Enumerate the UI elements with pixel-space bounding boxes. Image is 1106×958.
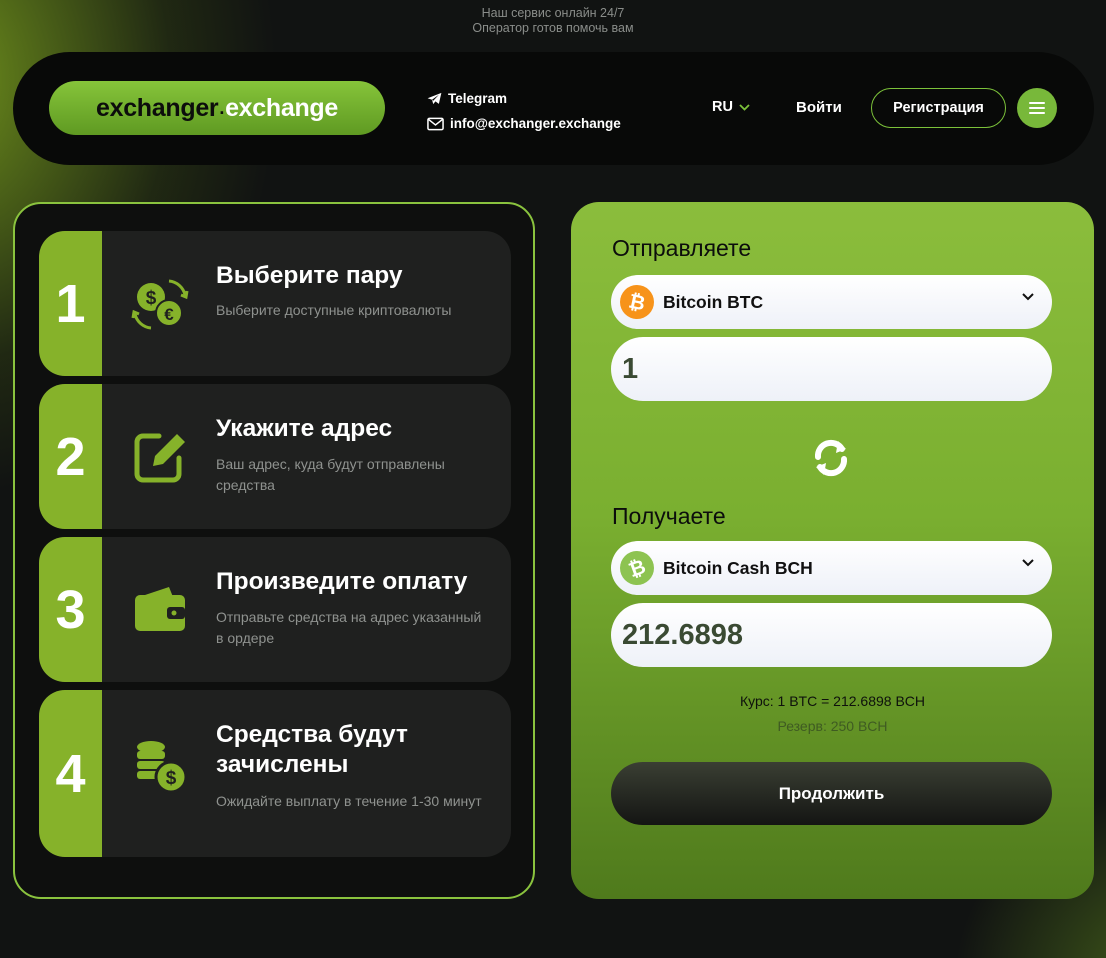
logo-part2: exchange xyxy=(225,93,338,122)
reserve-amount: Резерв: 250 BCH xyxy=(777,718,888,734)
menu-button[interactable] xyxy=(1017,88,1057,128)
step-number: 2 xyxy=(39,384,102,529)
bitcoin-cash-icon: ₿ xyxy=(620,551,654,585)
continue-button[interactable]: Продолжить xyxy=(611,762,1052,825)
step-number: 4 xyxy=(39,690,102,857)
chevron-down-icon xyxy=(739,103,750,111)
telegram-label: Telegram xyxy=(448,91,508,106)
wallet-icon xyxy=(135,587,185,631)
email-link[interactable]: info@exchanger.exchange xyxy=(427,111,621,136)
language-selector[interactable]: RU xyxy=(712,99,750,115)
service-note-line1: Наш сервис онлайн 24/7 xyxy=(481,6,625,20)
logo-part1: exchanger xyxy=(95,93,219,122)
header: exchanger. exchange Telegram info@exchang… xyxy=(13,52,1094,165)
exchange-form: Отправляете ₿ Bitcoin BTC 1 Получаете ₿ … xyxy=(571,202,1094,899)
logo[interactable]: exchanger. exchange xyxy=(49,81,385,135)
step-card-2: 2 Укажите адрес Ваш адрес, куда будут от… xyxy=(39,384,511,529)
step-title: Укажите адрес xyxy=(216,415,393,442)
language-label: RU xyxy=(712,99,733,115)
send-currency-name: Bitcoin BTC xyxy=(663,291,764,312)
step-card-4: 4 $ Средства будут зачислены Ожидайте вы… xyxy=(39,690,511,857)
telegram-icon xyxy=(427,92,442,105)
mail-icon xyxy=(427,117,444,130)
bitcoin-icon: ₿ xyxy=(620,285,654,319)
contacts: Telegram info@exchanger.exchange xyxy=(427,86,621,136)
step-description: Ожидайте выплату в течение 1-30 минут xyxy=(216,793,482,809)
svg-text:€: € xyxy=(164,305,174,324)
step-description: Выберите доступные криптовалюты xyxy=(216,302,452,318)
login-button[interactable]: Войти xyxy=(796,99,842,116)
hamburger-icon xyxy=(1029,102,1045,114)
step-card-1: 1 $ € Выберите пару Выберите доступные к… xyxy=(39,231,511,376)
send-currency-select[interactable]: ₿ Bitcoin BTC xyxy=(611,275,1052,329)
send-label: Отправляете xyxy=(612,235,752,261)
step-description: Отправьте средства на адрес указанный в … xyxy=(216,609,482,646)
send-amount-input[interactable]: 1 xyxy=(611,337,1052,401)
receive-label: Получаете xyxy=(612,503,726,529)
receive-currency-name: Bitcoin Cash BCH xyxy=(663,557,813,578)
chevron-down-icon xyxy=(1022,559,1034,567)
step-card-3: 3 Произведите оплату Отправьте средства … xyxy=(39,537,511,682)
step-title: Произведите оплату xyxy=(216,568,468,595)
step-description: Ваш адрес, куда будут отправлены средств… xyxy=(216,456,445,493)
swap-icon[interactable] xyxy=(808,435,854,481)
chevron-down-icon xyxy=(1022,293,1034,301)
service-note: Наш сервис онлайн 24/7 Оператор готов по… xyxy=(0,6,1106,36)
email-label: info@exchanger.exchange xyxy=(450,116,621,131)
step-title: Средства будут зачислены xyxy=(216,721,408,778)
exchange-coins-icon: $ € xyxy=(131,279,189,330)
receive-amount-input[interactable]: 212.6898 xyxy=(611,603,1052,667)
edit-icon xyxy=(134,433,185,483)
receive-currency-select[interactable]: ₿ Bitcoin Cash BCH xyxy=(611,541,1052,595)
logo-dot: . xyxy=(219,97,225,118)
svg-text:$: $ xyxy=(146,288,157,309)
svg-text:$: $ xyxy=(166,768,177,789)
svg-text:₿: ₿ xyxy=(628,557,646,579)
coin-stack-icon: $ xyxy=(137,741,188,794)
register-button[interactable]: Регистрация xyxy=(871,88,1006,128)
telegram-link[interactable]: Telegram xyxy=(427,86,621,111)
svg-text:₿: ₿ xyxy=(628,291,646,313)
steps-panel: 1 $ € Выберите пару Выберите доступные к… xyxy=(13,202,535,899)
step-title: Выберите пару xyxy=(216,262,403,289)
service-note-line2: Оператор готов помочь вам xyxy=(472,21,634,35)
step-number: 1 xyxy=(39,231,102,376)
step-number: 3 xyxy=(39,537,102,682)
exchange-rate: Курс: 1 BTC = 212.6898 BCH xyxy=(739,693,926,709)
